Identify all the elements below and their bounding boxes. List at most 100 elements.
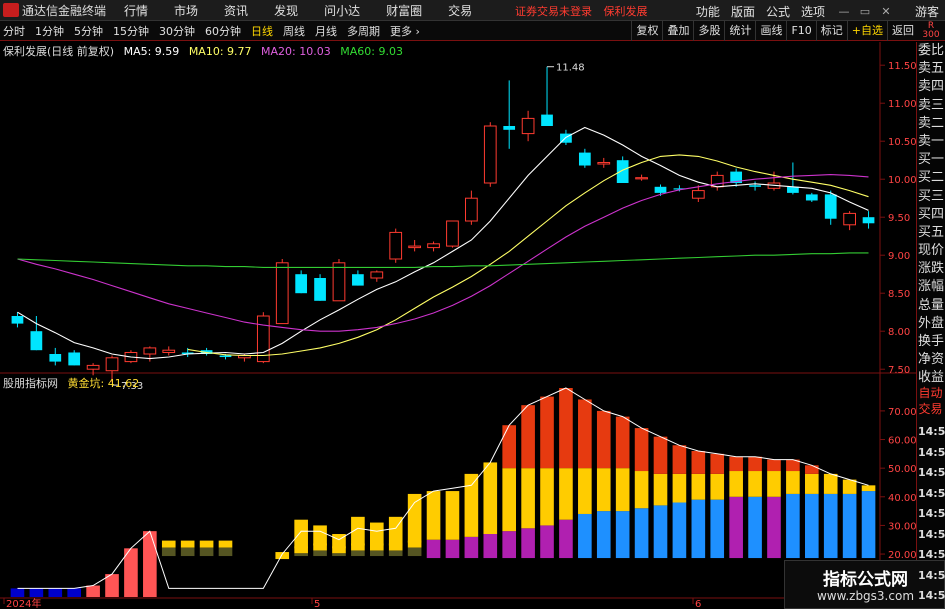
indicator-bar (615, 416, 630, 469)
tool-huaxian[interactable]: 画线 (755, 21, 786, 41)
x-tick-label: 5 (314, 599, 320, 609)
period-5min[interactable]: 5分钟 (74, 23, 103, 39)
side-item[interactable]: 卖五 (917, 60, 945, 78)
tool-f10[interactable]: F10 (786, 21, 815, 41)
menu-caifuquan[interactable]: 财富圈 (386, 2, 422, 19)
indicator-bar (483, 462, 498, 535)
menu-gongshi[interactable]: 公式 (766, 3, 790, 20)
side-item[interactable]: 买五 (917, 224, 945, 242)
login-notice[interactable]: 证券交易未登录 (515, 5, 592, 18)
sub-side-time: 14:56 (918, 425, 945, 438)
candle-body (219, 355, 232, 358)
period-daily[interactable]: 日线 (251, 23, 273, 39)
period-more[interactable]: 更多 › (390, 23, 420, 39)
chart-area[interactable]: 7.50 8.00 8.50 9.00 9.50 10.00 10.50 11.00 11.50… (0, 42, 916, 609)
period-30min[interactable]: 30分钟 (159, 23, 195, 39)
side-item[interactable]: 卖二 (917, 115, 945, 133)
indicator-bar (729, 471, 743, 497)
side-item[interactable]: 现价 (917, 242, 945, 260)
menu-xuanxiang[interactable]: 选项 (801, 3, 825, 20)
period-multi[interactable]: 多周期 (347, 23, 380, 39)
candle-body (427, 243, 440, 249)
indicator-bar-base (199, 547, 214, 557)
menu-jiaoyi[interactable]: 交易 (448, 2, 472, 19)
period-monthly[interactable]: 月线 (315, 23, 337, 39)
trade-notice[interactable]: 证券交易未登录 保利发展 (515, 3, 656, 19)
side-item[interactable]: 卖一 (917, 133, 945, 151)
period-fenshi[interactable]: 分时 (3, 23, 25, 39)
menu-zixun[interactable]: 资讯 (224, 2, 248, 19)
candle-body (578, 152, 591, 166)
period-15min[interactable]: 15分钟 (113, 23, 149, 39)
period-1min[interactable]: 1分钟 (35, 23, 64, 39)
side-item[interactable]: 买二 (917, 169, 945, 187)
period-weekly[interactable]: 周线 (283, 23, 305, 39)
side-item[interactable]: 外盘 (917, 315, 945, 333)
indicator-bar (369, 522, 384, 546)
indicator-bar (540, 396, 554, 469)
side-item[interactable]: 换手 (917, 333, 945, 351)
side-item[interactable]: 净资 (917, 351, 945, 369)
tool-biaoji[interactable]: 标记 (815, 21, 847, 41)
tool-duogu[interactable]: 多股 (693, 21, 724, 41)
restore-icon[interactable]: ▭ (857, 5, 873, 19)
main-legend: 保利发展(日线 前复权) MA5: 9.59 MA10: 9.77 MA20: … (3, 43, 409, 59)
indicator-bar (767, 496, 781, 559)
candle-body (710, 174, 724, 188)
side-item[interactable]: 卖四 (917, 78, 945, 96)
quote-side-panel: 委比 卖五 卖四 卖三 卖二 卖一 买一 买二 买三 买四 买五 现价 涨跌 涨幅 总量 外盘 换手 净资 收益 (916, 42, 945, 609)
sub-y-tick-label: 40.00 (888, 493, 916, 504)
candle-body (597, 161, 611, 165)
candle-body (86, 364, 100, 370)
side-auto[interactable]: 自动 (916, 385, 945, 401)
indicator-bar (804, 465, 819, 474)
side-item[interactable]: 买四 (917, 206, 945, 224)
indicator-bar (691, 473, 706, 500)
menu-faxian[interactable]: 发现 (274, 2, 298, 19)
tool-back[interactable]: 返回 (887, 21, 918, 41)
close-icon[interactable]: ✕ (878, 5, 894, 19)
menu-banmian[interactable]: 版面 (731, 3, 755, 20)
tool-fuquan[interactable]: 复权 (631, 21, 662, 41)
menu-gongneng[interactable]: 功能 (696, 3, 720, 20)
menu-hangqing[interactable]: 行情 (124, 2, 148, 19)
side-item[interactable]: 买三 (917, 188, 945, 206)
side-header: R 300 (918, 22, 944, 41)
indicator-bar-base (313, 550, 327, 557)
period-60min[interactable]: 60分钟 (205, 23, 241, 39)
indicator-bar (540, 468, 554, 526)
indicator-bar (710, 453, 725, 474)
side-item[interactable]: 买一 (917, 151, 945, 169)
indicator-bar (596, 410, 611, 469)
ma20-value: MA20: 10.03 (261, 45, 331, 58)
indicator-bar (710, 473, 725, 500)
candle-body (843, 212, 856, 226)
guest-label[interactable]: 游客 (915, 3, 939, 20)
side-item[interactable]: 总量 (917, 297, 945, 315)
indicator-bar (729, 496, 743, 559)
sub-legend: 股朋指标网 黄金坑: 41.62 (3, 375, 145, 391)
indicator-bar-cap (180, 540, 195, 548)
sub-side-time: 14:56 (918, 507, 945, 520)
menu-wenxiaoda[interactable]: 问小达 (324, 2, 360, 19)
minimize-icon[interactable]: — (836, 5, 852, 19)
tool-add-watchlist[interactable]: +自选 (846, 21, 887, 41)
side-item[interactable]: 涨跌 (917, 260, 945, 278)
side-trade[interactable]: 交易 (916, 401, 945, 417)
side-header-300: 300 (922, 30, 940, 40)
toolbar: 复权 叠加 多股 统计 画线 F10 标记 +自选 返回 (631, 21, 945, 41)
tool-diejia[interactable]: 叠加 (662, 21, 693, 41)
candle-body (616, 160, 629, 183)
side-item[interactable]: 委比 (917, 42, 945, 60)
candle-body (521, 117, 535, 135)
side-item[interactable]: 涨幅 (917, 278, 945, 296)
indicator-bar (578, 513, 592, 559)
menu-shichang[interactable]: 市场 (174, 2, 198, 19)
indicator-bar (767, 459, 781, 472)
sub-side-time: 14:56 (918, 568, 945, 582)
app-title: 通达信金融终端 (22, 3, 107, 18)
indicator-bar (861, 485, 876, 492)
side-item[interactable]: 卖三 (917, 97, 945, 115)
tool-tongji[interactable]: 统计 (724, 21, 755, 41)
y-tick-label: 9.00 (888, 251, 910, 262)
